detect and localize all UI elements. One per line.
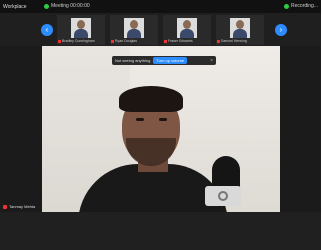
microphone-base <box>205 186 241 206</box>
notice-text: Not seeing anything <box>115 58 151 63</box>
participant-name: Fraser Edwards <box>164 39 210 44</box>
participant-photo <box>230 18 250 38</box>
recording-indicator[interactable]: Meeting 00:00:00 <box>44 3 90 9</box>
participant-thumbnail[interactable]: Ryan Douglas <box>110 15 158 45</box>
status-right-label: Recording... <box>291 3 318 9</box>
participant-photo <box>177 18 197 38</box>
participant-name: Samuel Henning <box>217 39 263 44</box>
recording-label: Meeting 00:00:00 <box>51 3 90 9</box>
turn-up-volume-button[interactable]: Turn up volume <box>153 57 188 64</box>
chevron-right-icon[interactable]: › <box>275 24 287 36</box>
speaker-name: Tanmay Mehta <box>9 204 36 209</box>
mic-muted-icon <box>58 39 61 43</box>
participant-name: Ryan Douglas <box>111 39 157 44</box>
participant-thumbnail[interactable]: Samuel Henning <box>216 15 264 45</box>
status-right[interactable]: Recording... <box>284 3 318 9</box>
participant-photo <box>71 18 91 38</box>
close-icon[interactable]: × <box>210 58 213 64</box>
speaker-name-tag: Tanmay Mehta <box>3 203 35 210</box>
microphone <box>212 156 240 190</box>
app-title: Workplace <box>3 4 27 10</box>
audio-notice-bar: Not seeing anything Turn up volume × <box>112 56 216 65</box>
participant-thumbnail[interactable]: Fraser Edwards <box>163 15 211 45</box>
status-dot-icon <box>284 3 290 9</box>
mic-muted-icon <box>3 204 7 209</box>
meeting-window: Workplace Meeting 00:00:00 Recording... … <box>0 0 321 250</box>
main-stage: Not seeing anything Turn up volume × Tan… <box>0 46 321 212</box>
participant-photo <box>124 18 144 38</box>
mic-muted-icon <box>164 39 167 43</box>
top-bar: Workplace Meeting 00:00:00 Recording... <box>0 0 321 13</box>
mic-muted-icon <box>217 39 220 43</box>
participant-strip: ‹ Bradley Cunningham Ryan Douglas Fraser… <box>0 13 321 46</box>
chevron-left-icon[interactable]: ‹ <box>41 24 53 36</box>
recording-dot-icon <box>44 3 49 9</box>
participant-name: Bradley Cunningham <box>58 39 104 44</box>
bottom-area <box>0 212 321 250</box>
participant-thumbnail[interactable]: Bradley Cunningham <box>57 15 105 45</box>
mic-muted-icon <box>111 39 114 43</box>
active-speaker-video[interactable] <box>42 46 280 212</box>
